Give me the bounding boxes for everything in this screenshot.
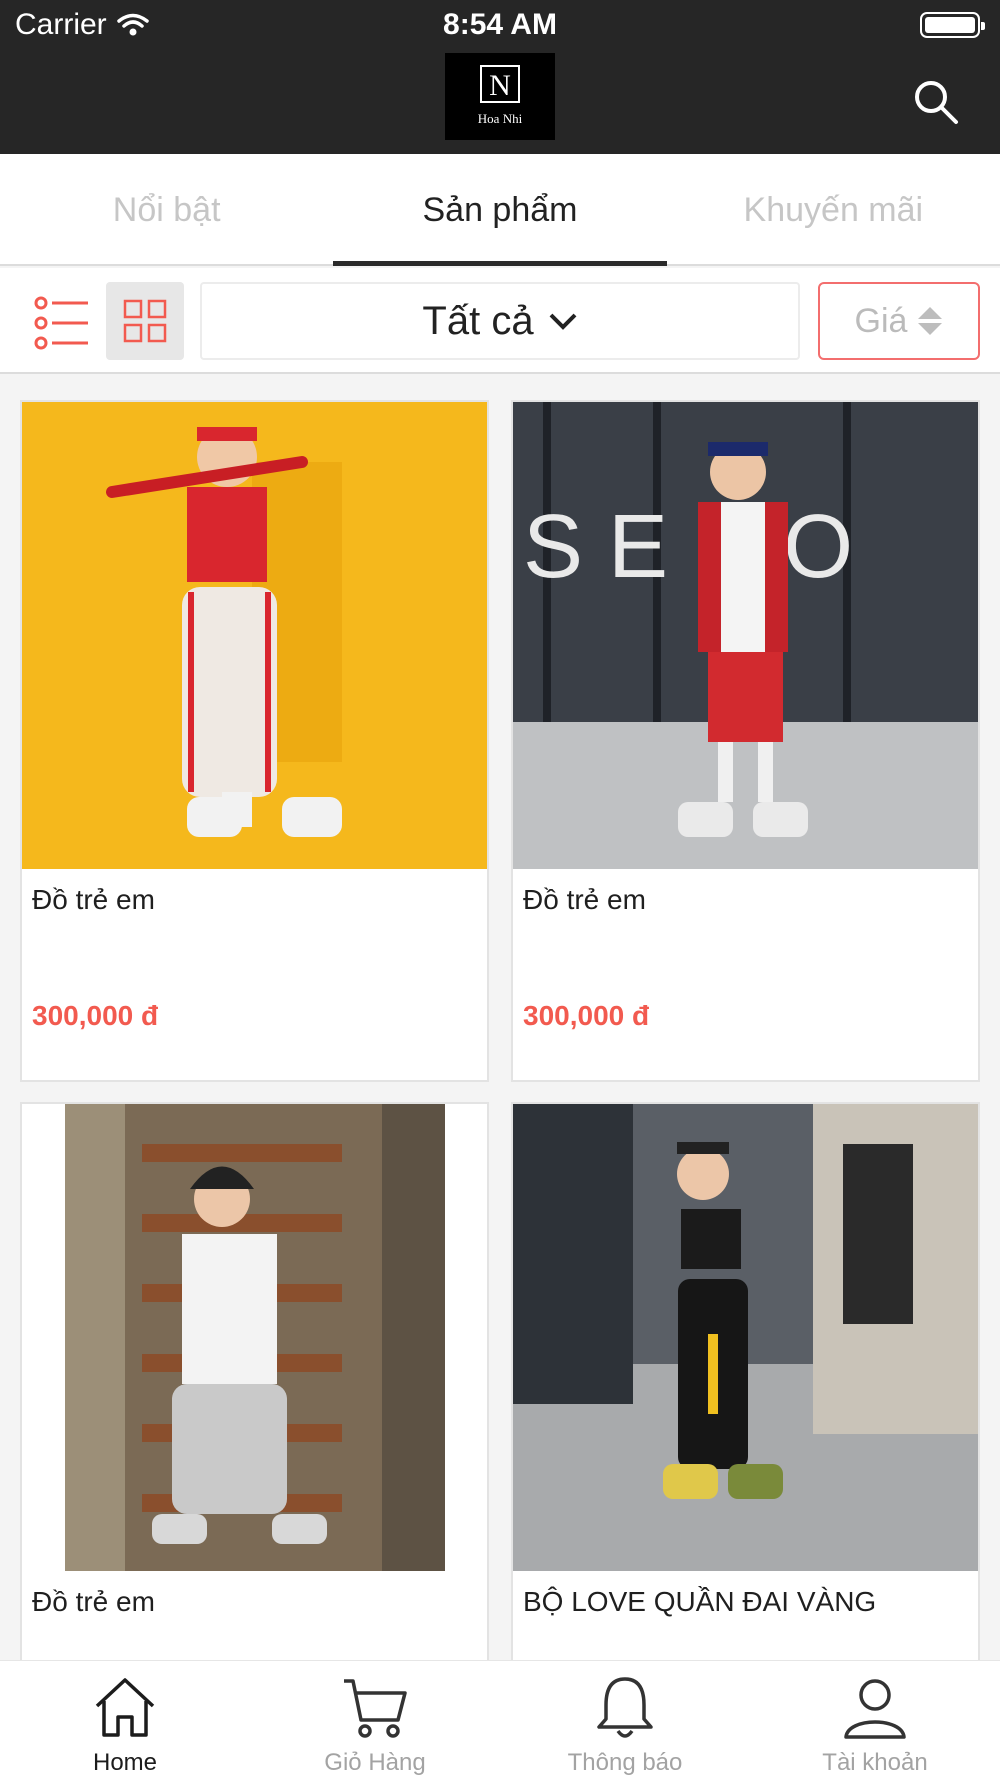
- product-name: Đồ trẻ em: [32, 1586, 155, 1617]
- category-dropdown[interactable]: Tất cả: [200, 282, 800, 360]
- product-image: [22, 1104, 487, 1571]
- tab-products[interactable]: Sản phẩm: [333, 154, 667, 266]
- category-dropdown-label: Tất cả: [422, 298, 534, 343]
- nav-account-label: Tài khoản: [822, 1749, 928, 1776]
- logo-name: Hoa Nhi: [477, 111, 523, 126]
- product-image: [513, 1104, 978, 1571]
- price-sort-label: Giá: [854, 301, 908, 340]
- product-name: BỘ LOVE QUẦN ĐAI VÀNG: [523, 1586, 877, 1617]
- product-image: [22, 402, 487, 869]
- chevron-down-icon: [549, 313, 576, 330]
- grid-view-icon: [123, 299, 167, 343]
- bell-icon: [597, 1677, 653, 1738]
- product-card[interactable]: Đồ trẻ em: [20, 1102, 489, 1662]
- sort-arrows-icon: [918, 307, 943, 335]
- product-card[interactable]: Đồ trẻ em 300,000 đ: [20, 400, 489, 1082]
- svg-text:S E H O: S E H O: [523, 497, 853, 597]
- battery-icon: [920, 12, 985, 38]
- brand-logo[interactable]: N Hoa Nhi: [445, 53, 555, 140]
- nav-notifications-label: Thông báo: [567, 1749, 683, 1776]
- nav-home-label: Home: [92, 1749, 158, 1776]
- nav-cart-label: Giỏ Hàng: [324, 1749, 426, 1776]
- cart-icon: [344, 1679, 407, 1738]
- search-icon[interactable]: [912, 78, 960, 126]
- logo-letter: N: [489, 69, 511, 102]
- product-card[interactable]: BỘ LOVE QUẦN ĐAI VÀNG: [511, 1102, 980, 1662]
- product-price: 300,000 đ: [32, 1000, 159, 1031]
- tab-featured[interactable]: Nổi bật: [0, 154, 333, 264]
- nav-account[interactable]: Tài khoản: [750, 1661, 1000, 1778]
- product-price: 300,000 đ: [523, 1000, 650, 1031]
- home-icon: [95, 1678, 155, 1737]
- nav-home[interactable]: Home: [0, 1661, 250, 1778]
- filter-bar: Tất cả Giá: [0, 268, 1000, 374]
- product-name: Đồ trẻ em: [523, 884, 646, 915]
- nav-notifications[interactable]: Thông báo: [500, 1661, 750, 1778]
- product-image: S E H O: [513, 402, 978, 869]
- tab-promotions[interactable]: Khuyến mãi: [667, 154, 1000, 264]
- top-bar: Carrier 8:54 AM N Hoa Nhi: [0, 0, 1000, 154]
- list-view-icon[interactable]: [30, 288, 100, 358]
- bottom-navigation: Home Giỏ Hàng Thông báo Tài khoản: [0, 1660, 1000, 1778]
- status-time: 8:54 AM: [443, 8, 557, 41]
- product-name: Đồ trẻ em: [32, 884, 155, 915]
- nav-cart[interactable]: Giỏ Hàng: [250, 1661, 500, 1778]
- category-tabs: Nổi bật Sản phẩm Khuyến mãi: [0, 154, 1000, 266]
- grid-view-button[interactable]: [106, 282, 184, 360]
- price-sort-button[interactable]: Giá: [818, 282, 980, 360]
- product-card[interactable]: S E H O Đồ trẻ em 300,000 đ: [511, 400, 980, 1082]
- user-icon: [844, 1679, 906, 1739]
